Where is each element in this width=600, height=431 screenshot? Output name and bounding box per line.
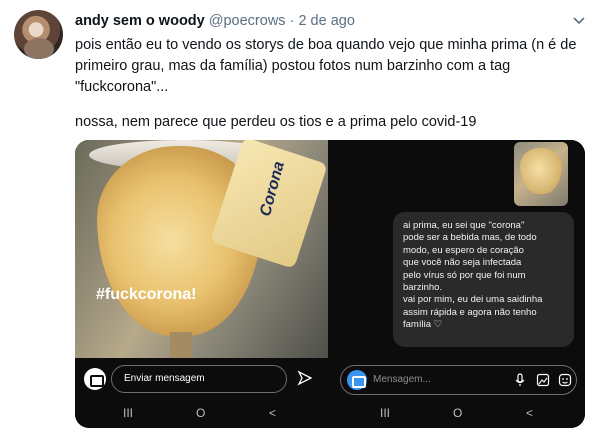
- message-placeholder: Enviar mensagem: [124, 373, 205, 384]
- story-screenshot-left[interactable]: Corona #fuckcorona! Enviar mensagem III …: [75, 140, 328, 428]
- display-name[interactable]: andy sem o woody: [75, 13, 205, 29]
- gallery-icon[interactable]: [536, 373, 550, 387]
- tweet-paragraph-1: pois então eu to vendo os storys de boa …: [75, 37, 577, 95]
- thumbnail-drink: [520, 148, 562, 194]
- camera-icon[interactable]: [347, 370, 367, 390]
- android-nav-bar: III O <: [75, 402, 328, 428]
- tweet-media[interactable]: Corona #fuckcorona! Enviar mensagem III …: [75, 140, 585, 428]
- send-icon[interactable]: [297, 370, 313, 386]
- tweet-paragraph-2: nossa, nem parece que perdeu os tios e a…: [75, 114, 477, 130]
- story-reply-bar: Enviar mensagem: [75, 358, 328, 400]
- glass-stem: [170, 332, 192, 358]
- reply-message-text: ai prima, eu sei que "corona" pode ser a…: [403, 220, 543, 331]
- microphone-icon[interactable]: [513, 373, 527, 387]
- dm-message-placeholder: Mensagem...: [373, 374, 431, 385]
- recent-apps-button[interactable]: III: [380, 406, 390, 420]
- recent-apps-button[interactable]: III: [123, 406, 133, 420]
- home-button[interactable]: O: [196, 406, 205, 420]
- separator-dot: ·: [289, 13, 295, 29]
- dm-message-input[interactable]: Mensagem...: [340, 365, 577, 395]
- reply-message-bubble: ai prima, eu sei que "corona" pode ser a…: [393, 212, 574, 347]
- tweet-time[interactable]: 2 de ago: [298, 13, 354, 29]
- tweet-header: andy sem o woody @poecrows · 2 de ago: [75, 13, 355, 29]
- tweet-body: pois então eu to vendo os storys de boa …: [75, 35, 587, 133]
- camera-icon[interactable]: [84, 368, 106, 390]
- home-button[interactable]: O: [453, 406, 462, 420]
- story-photo: Corona #fuckcorona!: [75, 140, 328, 358]
- android-nav-bar: III O <: [332, 402, 585, 428]
- story-screenshot-right[interactable]: ai prima, eu sei que "corona" pode ser a…: [332, 140, 585, 428]
- message-input[interactable]: Enviar mensagem: [111, 365, 287, 393]
- sticker-icon[interactable]: [558, 373, 572, 387]
- back-button[interactable]: <: [526, 406, 533, 420]
- back-button[interactable]: <: [269, 406, 276, 420]
- user-avatar[interactable]: [14, 10, 63, 59]
- story-thumbnail[interactable]: [514, 142, 568, 206]
- story-hashtag: #fuckcorona!: [96, 286, 197, 303]
- user-handle[interactable]: @poecrows: [209, 13, 286, 29]
- dm-input-bar: Mensagem...: [332, 358, 585, 400]
- chevron-down-icon[interactable]: [572, 13, 586, 27]
